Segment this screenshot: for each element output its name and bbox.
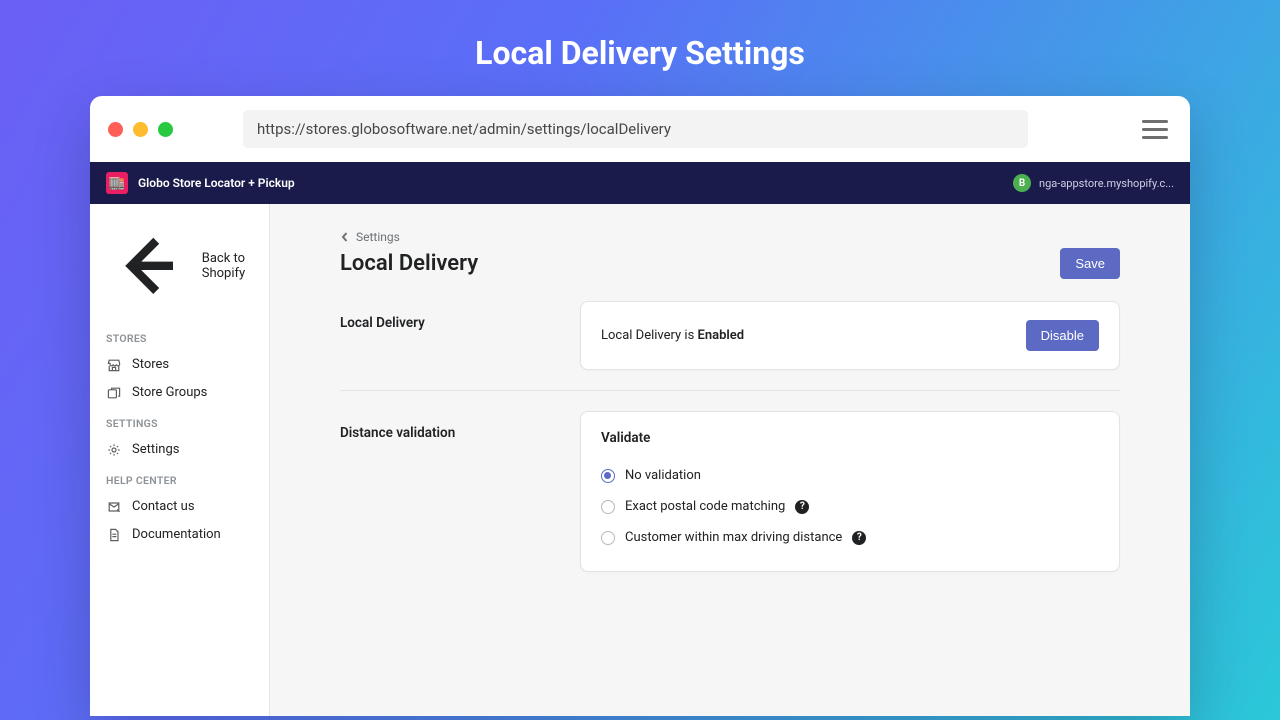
banner-title: Local Delivery Settings bbox=[0, 0, 1280, 96]
back-label: Back to Shopify bbox=[202, 251, 253, 281]
sidebar-item-store-groups[interactable]: Store Groups bbox=[90, 379, 269, 407]
sidebar-item-label: Store Groups bbox=[132, 385, 207, 400]
url-bar[interactable]: https://stores.globosoftware.net/admin/s… bbox=[243, 110, 1028, 148]
save-button[interactable]: Save bbox=[1060, 248, 1120, 279]
browser-bar: https://stores.globosoftware.net/admin/s… bbox=[90, 96, 1190, 162]
local-delivery-card: Local Delivery is Enabled Disable bbox=[580, 301, 1120, 370]
section-settings-title: SETTINGS bbox=[90, 407, 269, 436]
breadcrumb[interactable]: Settings bbox=[340, 230, 1120, 244]
store-domain: nga-appstore.myshopify.c... bbox=[1039, 177, 1174, 190]
store-icon bbox=[106, 357, 122, 373]
app-logo-icon: 🏬 bbox=[106, 172, 128, 194]
sidebar-item-contact[interactable]: Contact us bbox=[90, 493, 269, 521]
window-min-dot[interactable] bbox=[133, 122, 148, 137]
breadcrumb-label: Settings bbox=[356, 230, 400, 244]
store-groups-icon bbox=[106, 385, 122, 401]
help-icon[interactable]: ? bbox=[795, 500, 809, 514]
avatar: B bbox=[1013, 174, 1031, 192]
radio-icon bbox=[601, 531, 615, 545]
radio-icon bbox=[601, 500, 615, 514]
chevron-left-icon bbox=[340, 232, 350, 242]
browser-frame: https://stores.globosoftware.net/admin/s… bbox=[90, 96, 1190, 716]
window-max-dot[interactable] bbox=[158, 122, 173, 137]
menu-icon[interactable] bbox=[1138, 116, 1172, 143]
sidebar-item-settings[interactable]: Settings bbox=[90, 436, 269, 464]
section-local-delivery-heading: Local Delivery bbox=[340, 301, 560, 370]
disable-button[interactable]: Disable bbox=[1026, 320, 1099, 351]
back-to-shopify[interactable]: Back to Shopify bbox=[90, 218, 269, 322]
sidebar-item-label: Documentation bbox=[132, 527, 221, 542]
radio-icon bbox=[601, 469, 615, 483]
page-title: Local Delivery bbox=[340, 251, 478, 276]
local-delivery-status: Local Delivery is Enabled bbox=[601, 328, 744, 343]
radio-postal-code[interactable]: Exact postal code matching ? bbox=[601, 491, 1099, 522]
arrow-left-icon bbox=[106, 224, 190, 308]
validate-title: Validate bbox=[601, 430, 1099, 446]
sidebar-item-label: Stores bbox=[132, 357, 169, 372]
section-stores-title: STORES bbox=[90, 322, 269, 351]
sidebar-item-stores[interactable]: Stores bbox=[90, 351, 269, 379]
radio-no-validation[interactable]: No validation bbox=[601, 460, 1099, 491]
gear-icon bbox=[106, 442, 122, 458]
section-distance-heading: Distance validation bbox=[340, 411, 560, 572]
sidebar-item-label: Settings bbox=[132, 442, 179, 457]
contact-icon bbox=[106, 499, 122, 515]
document-icon bbox=[106, 527, 122, 543]
radio-label: Customer within max driving distance bbox=[625, 530, 842, 545]
main-content: Settings Local Delivery Save Local Deliv… bbox=[270, 204, 1190, 716]
sidebar-item-docs[interactable]: Documentation bbox=[90, 521, 269, 549]
window-close-dot[interactable] bbox=[108, 122, 123, 137]
section-help-title: HELP CENTER bbox=[90, 464, 269, 493]
store-switcher[interactable]: B nga-appstore.myshopify.c... bbox=[1013, 174, 1174, 192]
sidebar: Back to Shopify STORES Stores Store Grou… bbox=[90, 204, 270, 716]
help-icon[interactable]: ? bbox=[852, 531, 866, 545]
app-name: Globo Store Locator + Pickup bbox=[138, 176, 295, 190]
app-header: 🏬 Globo Store Locator + Pickup B nga-app… bbox=[90, 162, 1190, 204]
distance-card: Validate No validation Exact postal code… bbox=[580, 411, 1120, 572]
radio-label: Exact postal code matching bbox=[625, 499, 785, 514]
radio-label: No validation bbox=[625, 468, 701, 483]
radio-driving-distance[interactable]: Customer within max driving distance ? bbox=[601, 522, 1099, 553]
sidebar-item-label: Contact us bbox=[132, 499, 195, 514]
